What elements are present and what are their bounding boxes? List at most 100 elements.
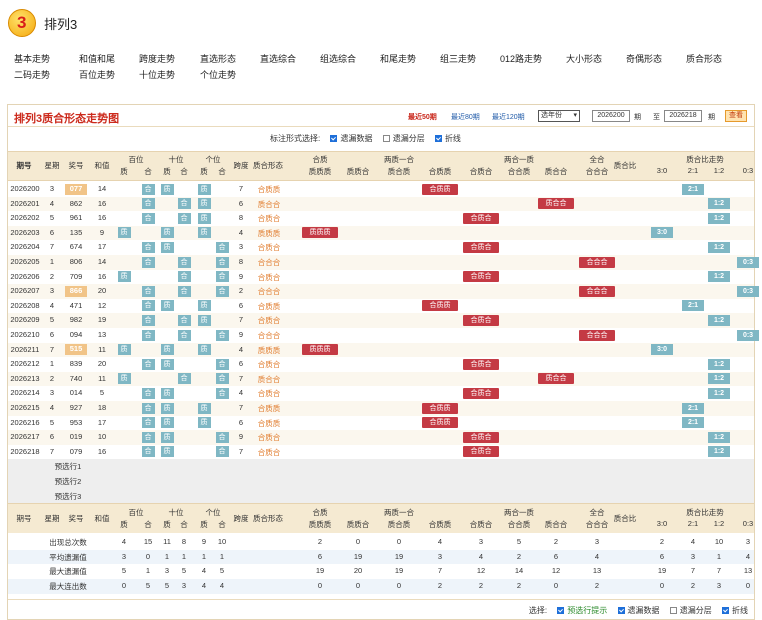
to-issue-input[interactable]: 2026218 [664, 110, 702, 122]
position-ball: 质 [160, 358, 174, 370]
draw-number: 014 [69, 388, 83, 398]
from-issue-input[interactable]: 2026200 [592, 110, 630, 122]
table-row [8, 255, 754, 270]
position-ball: 质 [197, 417, 211, 429]
ratio-badge: 0:3 [737, 285, 759, 297]
table-row [8, 357, 754, 373]
nav-link[interactable]: 大小形态 [566, 52, 602, 65]
shape-cell: 合质合 [257, 433, 281, 443]
nav-link[interactable]: 奇偶形态 [626, 52, 662, 65]
shape-cell: 合合合 [257, 287, 281, 297]
column-header: 合质 [312, 508, 328, 518]
nav-link[interactable]: 个位走势 [200, 68, 236, 81]
preselect-row[interactable] [8, 474, 754, 489]
table-row [8, 240, 754, 256]
shape-tag: 合质合 [463, 241, 499, 253]
column-subheader: 合 [218, 167, 226, 176]
stats-value: 2 [478, 581, 484, 590]
weekday: 7 [49, 446, 55, 456]
checkbox-missing-layer[interactable] [382, 135, 390, 142]
checkbox-polyline[interactable] [434, 135, 442, 142]
stats-value: 1 [219, 551, 225, 561]
recent-80-link[interactable]: 最近80期 [451, 112, 480, 122]
checkbox-missing-data[interactable] [330, 135, 338, 142]
position-ball: 质 [197, 314, 211, 326]
column-subheader: 0:3 [742, 519, 754, 529]
weekday: 6 [49, 330, 55, 339]
position-ball: 合 [215, 285, 229, 297]
stats-value: 19 [353, 551, 363, 561]
column-header: 百位 [128, 508, 144, 518]
position-ball: 质 [117, 227, 131, 239]
column-subheader: 合 [218, 520, 226, 530]
nav-link[interactable]: 质合形态 [686, 52, 722, 65]
nav-link[interactable]: 012路走势 [500, 52, 542, 65]
nav-link[interactable]: 基本走势 [14, 52, 50, 65]
nav-link[interactable]: 十位走势 [139, 68, 175, 81]
stats-value: 7 [716, 566, 722, 576]
span-value: 9 [238, 271, 244, 281]
column-header: 合质 [312, 155, 328, 164]
year-select[interactable]: 选年份 ▾ [538, 110, 580, 122]
position-ball: 合 [215, 431, 229, 443]
draw-number: 709 [69, 271, 83, 281]
nav-link[interactable]: 和尾走势 [380, 52, 416, 65]
table-row [8, 298, 754, 314]
shape-cell: 质合合 [257, 374, 281, 384]
span-value: 4 [238, 388, 244, 398]
span-value: 7 [238, 315, 244, 325]
stats-value: 4 [745, 551, 751, 561]
query-button[interactable]: 查看 [725, 110, 747, 122]
checkbox-missing-data[interactable] [617, 607, 625, 614]
sum-value: 20 [97, 286, 107, 296]
shape-cell: 合质质 [257, 418, 281, 428]
span-value: 7 [238, 446, 244, 456]
draw-number: 019 [69, 432, 83, 442]
stats-value: 0 [659, 581, 665, 590]
draw-number: 839 [69, 359, 83, 369]
sum-value: 11 [98, 344, 106, 354]
preselect-row[interactable] [8, 459, 754, 475]
nav-link[interactable]: 跨度走势 [139, 52, 175, 65]
stats-value: 7 [690, 566, 696, 576]
position-ball: 合 [177, 314, 191, 326]
recent-50-link[interactable]: 最近50期 [408, 112, 437, 122]
weekday: 2 [49, 373, 55, 383]
stats-value: 4 [690, 537, 696, 547]
checkbox-polyline[interactable] [722, 607, 729, 614]
stats-value: 0 [121, 581, 127, 590]
stats-value: 0 [355, 581, 361, 590]
ratio-badge: 1:2 [708, 446, 730, 458]
nav-link[interactable]: 直选综合 [260, 52, 296, 65]
draw-number: 094 [69, 330, 83, 339]
annotation-options: 标注形式选择: 遗漏数据 遗漏分层 折线 [270, 133, 461, 144]
stats-value: 12 [476, 566, 486, 576]
ratio-badge: 1:2 [708, 358, 730, 370]
ratio-badge: 1:2 [708, 314, 730, 326]
shape-cell: 合质合 [257, 214, 281, 224]
shape-tag: 质合合 [538, 198, 574, 210]
nav-link[interactable]: 二码走势 [14, 68, 50, 81]
ratio-badge: 0:3 [737, 256, 759, 268]
draw-number: 961 [69, 213, 83, 223]
stats-label: 出现总次数 [49, 538, 87, 548]
shape-tag: 合质合 [463, 387, 499, 399]
position-ball: 合 [215, 358, 229, 370]
column-header: 两质一合 [384, 155, 414, 164]
nav-link[interactable]: 和值和尾 [79, 52, 115, 65]
nav-link[interactable]: 组选综合 [320, 52, 356, 65]
stats-value: 13 [743, 566, 753, 576]
recent-120-link[interactable]: 最近120期 [492, 112, 525, 122]
checkbox-preselect-hint[interactable] [557, 607, 565, 614]
column-subheader: 合质合 [469, 520, 493, 530]
column-header: 质合形态 [253, 161, 283, 170]
shape-cell: 合质质 [257, 404, 281, 413]
nav-link[interactable]: 直选形态 [200, 52, 236, 65]
nav-link[interactable]: 百位走势 [79, 68, 115, 81]
preselect-row[interactable] [8, 488, 754, 504]
shape-tag: 合合合 [579, 329, 615, 341]
checkbox-missing-layer[interactable] [669, 607, 677, 614]
position-ball: 合 [215, 387, 229, 399]
nav-link[interactable]: 组三走势 [440, 52, 476, 65]
column-subheader: 质合合 [544, 167, 568, 176]
